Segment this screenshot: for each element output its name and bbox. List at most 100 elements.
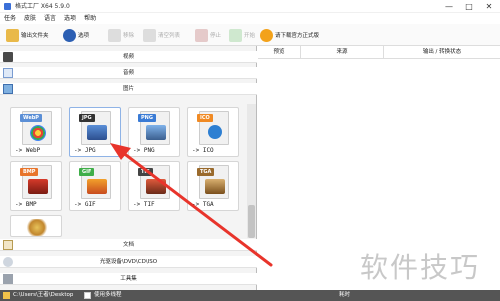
format-tag: WebP	[20, 114, 42, 122]
menu-language[interactable]: 语言	[40, 13, 60, 24]
picture-thumbnail-icon	[87, 179, 107, 194]
output-folder-button[interactable]: 输出文件夹	[6, 27, 49, 43]
start-button[interactable]: 开始	[229, 27, 255, 43]
format-tile-gif[interactable]: GIF -> GIF	[69, 161, 121, 211]
stop-label: 停止	[210, 33, 222, 39]
clear-list-button[interactable]: 清空列表	[143, 27, 180, 43]
format-tag: BMP	[20, 168, 39, 176]
video-icon	[3, 52, 13, 62]
format-label: -> TIF	[133, 201, 155, 208]
format-tile-jpg[interactable]: JPG -> JPG	[69, 107, 121, 157]
info-icon	[208, 125, 222, 139]
category-video[interactable]: 视频	[0, 51, 257, 63]
window-title: 格式工厂 X64 5.9.0	[15, 3, 70, 10]
remove-label: 移除	[123, 33, 135, 39]
category-tools-label: 工具集	[120, 276, 137, 282]
ico-file-icon: ICO	[197, 111, 229, 145]
start-label: 开始	[244, 33, 256, 39]
header-source[interactable]: 来源	[301, 46, 383, 59]
menu-help[interactable]: 帮助	[80, 13, 100, 24]
category-rom-label: 光驱设备\DVD\CD\ISO	[99, 259, 158, 265]
image-tools-icon	[25, 219, 49, 236]
format-tag: PNG	[138, 114, 156, 122]
webp-file-icon: WebP	[20, 111, 52, 145]
category-rom-device[interactable]: 光驱设备\DVD\CD\ISO	[0, 256, 257, 268]
format-label: -> TGA	[192, 201, 214, 208]
task-table-header: 预览 来源 输出 / 转换状态	[258, 46, 500, 59]
output-folder-label: 输出文件夹	[21, 33, 49, 39]
disc-icon	[3, 257, 13, 267]
minimize-button[interactable]: —	[440, 1, 458, 12]
multithread-label: 使用多线程	[94, 292, 122, 298]
category-audio[interactable]: 音频	[0, 67, 257, 79]
gif-file-icon: GIF	[79, 165, 111, 199]
format-label: -> ICO	[192, 147, 214, 154]
bmp-file-icon: BMP	[20, 165, 52, 199]
header-preview[interactable]: 预览	[258, 46, 300, 59]
chrome-icon	[30, 125, 46, 141]
category-audio-label: 音频	[122, 70, 134, 76]
app-icon	[4, 3, 11, 10]
close-button[interactable]: ✕	[480, 1, 498, 12]
options-label: 选项	[78, 33, 90, 39]
clear-list-label: 清空列表	[158, 33, 181, 39]
format-tag: JPG	[79, 114, 95, 122]
format-tile-png[interactable]: PNG -> PNG	[128, 107, 180, 157]
format-tile-tga[interactable]: TGA -> TGA	[187, 161, 239, 211]
remove-button[interactable]: 移除	[108, 27, 134, 43]
picture-thumbnail-icon	[87, 125, 107, 140]
format-tile-tif[interactable]: TIF -> TIF	[128, 161, 180, 211]
jpg-file-icon: JPG	[79, 111, 111, 145]
format-tag: ICO	[197, 114, 213, 122]
category-tools[interactable]: 工具集	[0, 273, 257, 285]
title-bar: 格式工厂 X64 5.9.0 — □ ✕	[0, 0, 500, 13]
format-label: -> JPG	[74, 147, 96, 154]
format-label: -> BMP	[15, 201, 37, 208]
play-icon	[229, 28, 242, 42]
format-label: -> GIF	[74, 201, 96, 208]
format-tile-ico[interactable]: ICO -> ICO	[187, 107, 239, 157]
remove-icon	[108, 28, 121, 42]
category-image[interactable]: 图片	[0, 83, 257, 95]
format-label: -> WebP	[15, 147, 41, 154]
download-icon	[260, 28, 273, 42]
image-icon	[3, 84, 13, 94]
png-file-icon: PNG	[138, 111, 170, 145]
options-icon	[63, 28, 76, 42]
header-output-status[interactable]: 输出 / 转换状态	[384, 46, 500, 59]
stop-button[interactable]: 停止	[195, 27, 221, 43]
category-document[interactable]: 文档	[0, 239, 257, 251]
left-scrollbar-thumb[interactable]	[248, 205, 255, 238]
menu-skin[interactable]: 皮肤	[20, 13, 40, 24]
output-path[interactable]: C:\Users\王者\Desktop	[13, 290, 73, 301]
options-button[interactable]: 选项	[63, 27, 89, 43]
tools-icon	[3, 274, 13, 284]
multithread-checkbox[interactable]	[84, 292, 91, 299]
elapsed-label: 耗时	[339, 292, 351, 298]
audio-icon	[3, 68, 13, 78]
tif-file-icon: TIF	[138, 165, 170, 199]
picture-thumbnail-icon	[146, 179, 166, 194]
picture-thumbnail-icon	[28, 179, 48, 194]
category-image-label: 图片	[122, 86, 134, 92]
menu-task[interactable]: 任务	[0, 13, 20, 24]
image-format-grid: WebP -> WebP JPG -> JPG PNG -> PNG ICO -…	[6, 105, 246, 237]
format-tile-more[interactable]	[10, 215, 62, 237]
clear-icon	[143, 28, 156, 42]
format-tag: TIF	[138, 168, 153, 176]
status-bar: C:\Users\王者\Desktop 使用多线程 耗时	[0, 290, 500, 301]
format-tile-webp[interactable]: WebP -> WebP	[10, 107, 62, 157]
folder-icon	[3, 292, 10, 299]
watermark-text: 软件技巧	[360, 251, 481, 284]
format-tag: TGA	[197, 168, 215, 176]
menu-options[interactable]: 选项	[60, 13, 80, 24]
format-tag: GIF	[79, 168, 95, 176]
stop-icon	[195, 28, 208, 42]
category-document-label: 文档	[122, 242, 134, 248]
folder-icon	[6, 28, 19, 42]
format-tile-bmp[interactable]: BMP -> BMP	[10, 161, 62, 211]
download-label: 请下载官方正式版	[275, 33, 320, 39]
format-label: -> PNG	[133, 147, 155, 154]
maximize-button[interactable]: □	[460, 1, 478, 12]
download-official-button[interactable]: 请下载官方正式版	[260, 27, 319, 43]
